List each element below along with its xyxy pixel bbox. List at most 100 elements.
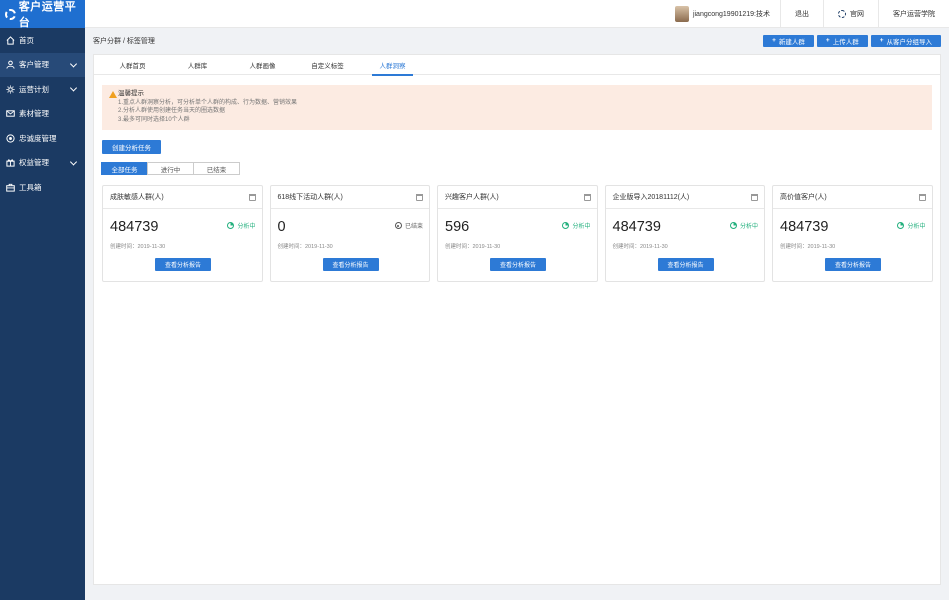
chevron-down-icon xyxy=(69,84,78,92)
status-label: 分析中 xyxy=(907,224,926,230)
home-icon xyxy=(6,35,15,45)
task-card: 成肤敏感人群(人) 484739 分析中 创建时间：2019-11-30 查看分… xyxy=(102,185,263,282)
plus-icon: + xyxy=(772,37,776,44)
sidebar-item-benefits[interactable]: 权益管理 xyxy=(0,151,85,176)
progress-icon xyxy=(562,222,570,229)
progress-icon xyxy=(897,222,905,229)
logout-link[interactable]: 退出 xyxy=(781,0,823,28)
view-report-button[interactable]: 查看分析报告 xyxy=(657,258,714,271)
card-count: 484739 xyxy=(612,219,661,235)
official-site-icon xyxy=(838,9,846,18)
chevron-down-icon xyxy=(69,158,78,166)
tab-group-home[interactable]: 人群首页 xyxy=(100,55,165,75)
new-group-button[interactable]: + 新建人群 xyxy=(763,34,814,47)
task-card: 企业版导入20181112(人) 484739 分析中 创建时间：2019-11… xyxy=(604,185,765,282)
card-created: 创建时间：2019-11-30 xyxy=(110,244,166,250)
breadcrumb: 客户分群 / 标签管理 xyxy=(93,37,155,45)
trash-icon[interactable] xyxy=(918,193,926,201)
progress-icon xyxy=(227,222,235,229)
sidebar-item-customers[interactable]: 客户管理 xyxy=(0,52,85,77)
card-title: 成肤敏感人群(人) xyxy=(110,194,164,201)
filter-done[interactable]: 已结束 xyxy=(193,162,240,175)
card-title: 兴趣客户人群(人) xyxy=(445,194,499,201)
gift-icon xyxy=(6,158,15,167)
academy-link[interactable]: 客户运营学院 xyxy=(879,0,949,28)
card-count: 0 xyxy=(277,219,286,235)
new-group-label: 新建人群 xyxy=(778,38,805,46)
tab-group-portrait[interactable]: 人群画像 xyxy=(230,55,295,75)
user-name: jiangcong19901219:技术 xyxy=(692,10,770,18)
view-report-button[interactable]: 查看分析报告 xyxy=(155,258,211,271)
user-menu[interactable]: jiangcong19901219:技术 xyxy=(674,5,780,22)
sidebar-item-label: 首页 xyxy=(19,35,34,45)
action-buttons: + 新建人群 + 上传人群 + 从客户分组导入 xyxy=(763,34,941,47)
status-badge: 分析中 xyxy=(562,221,591,230)
trash-icon[interactable] xyxy=(248,193,256,201)
official-site-link[interactable]: 官网 xyxy=(824,0,878,28)
sidebar-item-loyalty[interactable]: 忠诚度管理 xyxy=(0,126,85,151)
tip-line: 2.分析人群使用创建任务当天的圈选数据 xyxy=(118,108,226,114)
sidebar-item-label: 工具箱 xyxy=(19,182,42,192)
tab-bar: 人群首页 人群库 人群画像 自定义标签 人群洞察 xyxy=(94,55,940,76)
card-created: 创建时间：2019-11-30 xyxy=(277,244,333,250)
sidebar-item-label: 权益管理 xyxy=(19,158,49,168)
card-created: 创建时间：2019-11-30 xyxy=(612,244,668,250)
card-title: 企业版导入20181112(人) xyxy=(612,194,690,201)
status-badge: 分析中 xyxy=(897,221,926,230)
filter-running[interactable]: 进行中 xyxy=(147,162,194,175)
upload-group-button[interactable]: + 上传人群 xyxy=(816,34,868,47)
sidebar-item-toolbox[interactable]: 工具箱 xyxy=(0,175,85,200)
card-title: 618线下活动人群(人) xyxy=(277,194,343,201)
card-title: 高价值客户(人) xyxy=(780,194,827,201)
upload-group-label: 上传人群 xyxy=(832,38,859,46)
main-panel: 人群首页 人群库 人群画像 自定义标签 人群洞察 温馨提示 1.重点人群洞察分析… xyxy=(93,54,941,585)
user-icon xyxy=(6,60,15,69)
sidebar-item-home[interactable]: 首页 xyxy=(0,28,85,53)
loyalty-icon xyxy=(6,134,15,143)
status-badge: 已结束 xyxy=(394,221,423,230)
sidebar-item-materials[interactable]: 素材管理 xyxy=(0,102,85,127)
tip-box: 温馨提示 1.重点人群洞察分析，可分析单个人群的构成、行为数据、营销效果 2.分… xyxy=(102,85,932,130)
tip-line: 1.重点人群洞察分析，可分析单个人群的构成、行为数据、营销效果 xyxy=(118,99,298,106)
import-group-button[interactable]: + 从客户分组导入 xyxy=(870,34,941,47)
official-site-label: 官网 xyxy=(850,10,864,18)
task-card: 兴趣客户人群(人) 596 分析中 创建时间：2019-11-30 查看分析报告 xyxy=(437,185,598,282)
progress-icon xyxy=(729,222,737,229)
chevron-down-icon xyxy=(69,60,78,68)
sidebar-item-label: 运营计划 xyxy=(19,84,49,94)
sidebar-item-label: 忠诚度管理 xyxy=(19,133,57,143)
card-count: 484739 xyxy=(780,219,829,235)
status-label: 分析中 xyxy=(739,224,758,230)
tab-group-library[interactable]: 人群库 xyxy=(165,55,230,75)
filter-all[interactable]: 全部任务 xyxy=(101,162,148,175)
import-group-label: 从客户分组导入 xyxy=(886,38,933,46)
top-bar: jiangcong19901219:技术 退出 官网 客户运营学院 xyxy=(85,0,949,28)
card-created: 创建时间：2019-11-30 xyxy=(445,244,501,250)
logo-icon xyxy=(5,8,16,20)
task-card: 高价值客户(人) 484739 分析中 创建时间：2019-11-30 查看分析… xyxy=(772,185,933,282)
tab-custom-tags[interactable]: 自定义标签 xyxy=(295,55,360,75)
app-logo[interactable]: 客户运营平台 xyxy=(0,0,85,29)
sidebar-item-label: 素材管理 xyxy=(19,109,49,119)
plus-icon: + xyxy=(825,37,830,44)
view-report-button[interactable]: 查看分析报告 xyxy=(322,258,379,271)
status-badge: 分析中 xyxy=(729,221,758,230)
card-count: 484739 xyxy=(110,219,159,235)
create-task-button[interactable]: 创建分析任务 xyxy=(102,140,161,154)
warning-icon xyxy=(109,91,117,98)
status-label: 已结束 xyxy=(404,224,423,230)
tip-title: 温馨提示 xyxy=(118,90,144,97)
view-report-button[interactable]: 查看分析报告 xyxy=(490,258,546,271)
avatar xyxy=(674,5,689,22)
view-report-button[interactable]: 查看分析报告 xyxy=(825,258,881,271)
status-badge: 分析中 xyxy=(227,221,256,230)
gear-icon xyxy=(6,85,15,94)
sidebar-item-operations[interactable]: 运营计划 xyxy=(0,77,85,102)
status-label: 分析中 xyxy=(237,224,256,230)
tab-group-insight[interactable]: 人群洞察 xyxy=(360,55,425,76)
trash-icon[interactable] xyxy=(583,193,591,201)
trash-icon[interactable] xyxy=(416,193,423,201)
ended-icon xyxy=(394,222,402,229)
trash-icon[interactable] xyxy=(751,193,758,201)
app-title: 客户运营平台 xyxy=(18,1,77,29)
